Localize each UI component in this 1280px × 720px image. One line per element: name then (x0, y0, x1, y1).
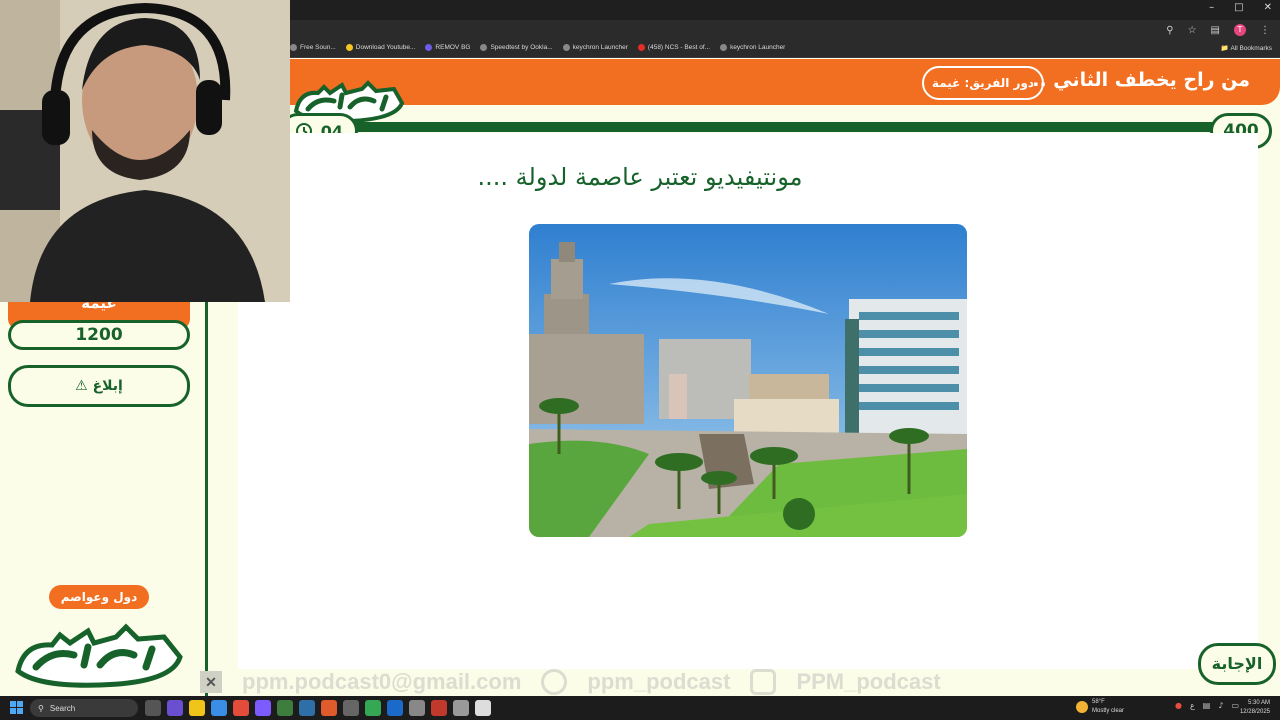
extensions-icon[interactable]: ▤ (1211, 25, 1220, 36)
report-button[interactable]: إبلاغ ⚠ (8, 365, 190, 407)
question-image (529, 224, 967, 537)
bookmark-label: Free Soun... (300, 44, 336, 51)
snapchat-icon (541, 669, 568, 695)
category-badge: دول وعواصم (49, 585, 149, 609)
youtube-icon (637, 44, 645, 51)
bookmark-item[interactable]: Download Youtube... (345, 44, 416, 51)
volume-icon[interactable]: ♪ (1218, 701, 1223, 710)
media-icon[interactable] (431, 700, 447, 716)
bookmark-item[interactable]: (458) NCS - Best of... (637, 44, 711, 51)
chrome-icon[interactable] (233, 700, 249, 716)
page-title: من راح يخطف الثاني .. (1032, 69, 1250, 91)
bookmark-item[interactable]: Speedtest by Ookla... (480, 44, 553, 51)
chrome-icon[interactable] (365, 700, 381, 716)
team-turn-badge: دور الفريق: غيمة (922, 66, 1044, 100)
app-icon[interactable] (255, 700, 271, 716)
instagram-icon (750, 669, 777, 695)
bookmark-item[interactable]: REMOV BG (425, 44, 470, 51)
system-tray: ● ع ▤ ♪ ▭ (1175, 701, 1239, 710)
menu-icon[interactable]: ⋮ (1260, 25, 1270, 36)
search-icon: ⚲ (38, 703, 44, 713)
download-icon (345, 44, 353, 51)
toolbar-icons: ⚲ ☆ ▤ T ⋮ (1166, 24, 1270, 36)
webcam-person (0, 0, 290, 302)
screen: – □ ✕ ⚲ ☆ ▤ T ⋮ Free Soun... Download Yo… (0, 0, 1280, 720)
watermark: ✕ ppm.podcast0@gmail.com ppm_podcast PPM… (200, 669, 1080, 695)
battery-icon[interactable]: ▭ (1231, 701, 1239, 710)
app-icon[interactable] (343, 700, 359, 716)
bookmark-label: (458) NCS - Best of... (647, 44, 711, 51)
bookmark-list: Free Soun... Download Youtube... REMOV B… (290, 44, 785, 51)
clock[interactable]: 5:30 AM 12/28/2025 (1240, 699, 1270, 717)
webcam-overlay (0, 0, 290, 302)
app-icon[interactable] (277, 700, 293, 716)
file-explorer-icon[interactable] (189, 700, 205, 716)
taskbar-search[interactable]: ⚲ Search (30, 699, 138, 717)
microphone-icon[interactable]: ● (1175, 701, 1182, 710)
network-icon[interactable]: ▤ (1203, 701, 1211, 710)
language-indicator[interactable]: ع (1190, 701, 1195, 710)
bookmark-label: Download Youtube... (355, 44, 416, 51)
keychron-icon (562, 44, 570, 51)
watermark-email: ppm.podcast0@gmail.com (242, 669, 522, 694)
folder-icon: 📁 (1220, 45, 1229, 52)
profile-avatar[interactable]: T (1234, 24, 1246, 36)
warning-icon: ⚠ (75, 378, 88, 394)
app-icon[interactable] (475, 700, 491, 716)
game-header: من راح يخطف الثاني .. دور الفريق: غيمة (290, 59, 1280, 105)
weather-temp: 58°F (1092, 699, 1105, 705)
team-score: 1200 (8, 320, 190, 350)
bookmark-label: keychron Launcher (572, 44, 628, 51)
clock-date: 12/28/2025 (1239, 709, 1270, 715)
search-label: Search (49, 703, 76, 713)
zoom-icon[interactable]: ⚲ (1166, 25, 1173, 36)
close-icon[interactable]: ✕ (1264, 2, 1272, 13)
taskbar: ⚲ Search 58°F Mostly clear ● ع ▤ ♪ ▭ 5:3… (0, 696, 1280, 720)
watermark-snapchat: ppm_podcast (587, 669, 731, 694)
bookmark-item[interactable]: Free Soun... (290, 44, 336, 51)
watermark-instagram: PPM_podcast (796, 669, 941, 694)
task-view-icon[interactable] (145, 700, 161, 716)
all-bookmarks[interactable]: 📁 All Bookmarks (1221, 44, 1272, 52)
copilot-icon[interactable] (167, 700, 183, 716)
windows-start-icon[interactable] (10, 701, 23, 714)
store-icon[interactable] (211, 700, 227, 716)
window-controls: – □ ✕ (1209, 2, 1272, 13)
bookmark-label: REMOV BG (435, 44, 471, 51)
speedtest-icon (480, 44, 488, 51)
app-icon[interactable] (409, 700, 425, 716)
star-icon[interactable]: ☆ (1188, 25, 1197, 36)
bookmark-item[interactable]: keychron Launcher (562, 44, 628, 51)
report-label: إبلاغ (92, 378, 123, 394)
bookmark-label: keychron Launcher (730, 44, 786, 51)
weather-desc: Mostly clear (1092, 708, 1125, 714)
logo-sidebar (15, 623, 183, 688)
bookmark-item[interactable]: keychron Launcher (720, 44, 785, 51)
keychron-icon (720, 44, 728, 51)
clock-time: 5:30 AM (1247, 700, 1270, 706)
steam-icon[interactable] (387, 700, 403, 716)
taskbar-apps (145, 700, 491, 716)
app-icon[interactable] (299, 700, 315, 716)
all-bookmarks-label: All Bookmarks (1230, 45, 1272, 52)
settings-icon[interactable] (453, 700, 469, 716)
weather-widget[interactable]: 58°F Mostly clear (1076, 698, 1124, 716)
minimize-icon[interactable]: – (1209, 2, 1214, 13)
maximize-icon[interactable]: □ (1234, 2, 1243, 13)
brave-icon[interactable] (321, 700, 337, 716)
bookmark-label: Speedtest by Ookla... (490, 44, 553, 51)
weather-icon (1076, 701, 1088, 713)
bookmark-icon (290, 44, 297, 51)
collapse-icon[interactable]: ✕ (200, 671, 222, 693)
answer-button[interactable]: الإجابة (1198, 643, 1276, 685)
progress-track (320, 122, 1245, 132)
removebg-icon (425, 44, 433, 51)
